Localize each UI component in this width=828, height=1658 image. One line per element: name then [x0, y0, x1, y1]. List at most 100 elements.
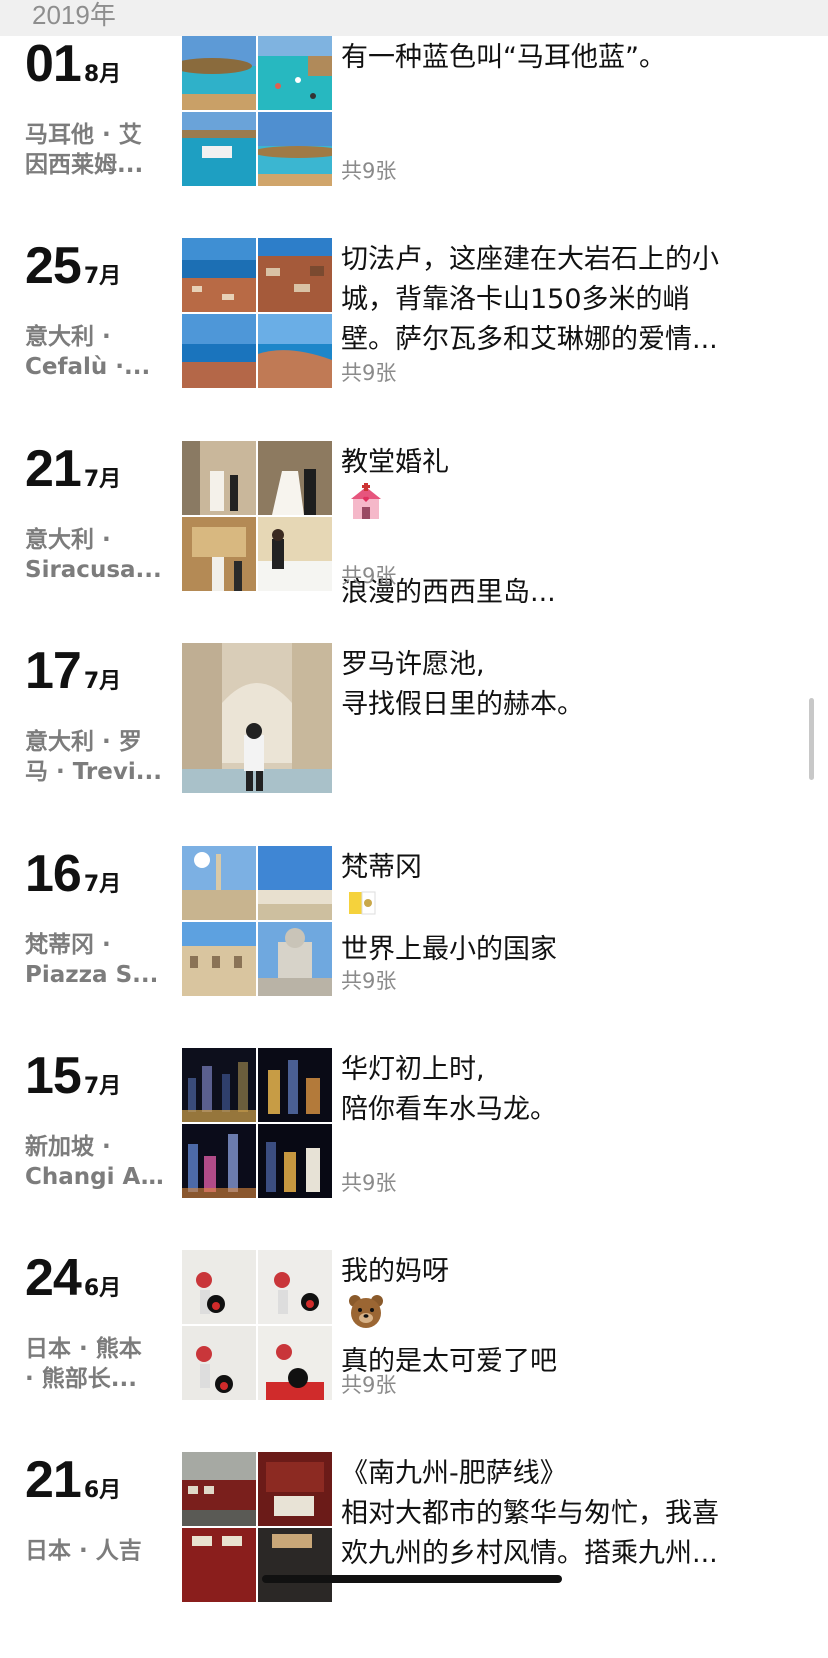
- post-location: 意大利 · 罗 马 · Trevi...: [25, 727, 165, 787]
- location-line: 意大利 ·: [25, 324, 111, 350]
- year-header: 2019年: [0, 0, 828, 36]
- year-label: 2019年: [32, 0, 116, 30]
- photo-thumbnail[interactable]: [258, 1452, 332, 1526]
- caption-text: 我的妈呀: [341, 1256, 449, 1287]
- photo-thumbnail[interactable]: [258, 314, 332, 388]
- photo-thumbnail[interactable]: [258, 1528, 332, 1602]
- caption-text: 梵蒂冈: [341, 852, 422, 883]
- post-date: 01 8月: [25, 36, 121, 96]
- photo-grid[interactable]: [182, 238, 332, 388]
- caption-line: 教堂婚礼: [341, 443, 801, 533]
- photo-thumbnail[interactable]: [182, 1124, 256, 1198]
- photo-thumbnail[interactable]: [182, 1452, 256, 1526]
- post-entry[interactable]: 15 7月 新加坡 · Changi A... 华灯初上时, 陪你看车水马龙。 共…: [0, 1048, 828, 1254]
- vatican-flag-icon: [347, 888, 801, 930]
- post-location: 新加坡 · Changi A...: [25, 1132, 165, 1192]
- caption-line: 寻找假日里的赫本。: [341, 689, 584, 720]
- photo-thumbnail[interactable]: [182, 1048, 256, 1122]
- caption-line: 切法卢，这座建在大岩石上的小: [341, 244, 719, 275]
- photo-thumbnail[interactable]: [182, 517, 256, 591]
- post-date: 17 7月: [25, 643, 121, 703]
- home-indicator[interactable]: [262, 1575, 562, 1583]
- post-day: 21: [25, 1451, 82, 1509]
- photo-thumbnail[interactable]: [258, 36, 332, 110]
- post-date: 21 6月: [25, 1452, 121, 1512]
- location-line: Cefalù ·...: [25, 354, 151, 380]
- location-line: 日本 · 人吉: [25, 1538, 142, 1564]
- caption-line: 我的妈呀: [341, 1252, 801, 1342]
- photo-thumbnail[interactable]: [258, 238, 332, 312]
- photo-thumbnail[interactable]: [258, 1124, 332, 1198]
- post-day: 24: [25, 1249, 82, 1307]
- photo-grid[interactable]: [182, 36, 332, 186]
- photo-count: 共9张: [341, 969, 397, 993]
- post-location: 梵蒂冈 · Piazza S...: [25, 930, 165, 990]
- post-entry[interactable]: 21 7月 意大利 · Siracusa... 教堂婚礼 浪漫的西西里岛... 共…: [0, 441, 828, 647]
- location-line: 日本 · 熊本: [25, 1336, 142, 1362]
- post-day: 16: [25, 845, 82, 903]
- post-date: 25 7月: [25, 238, 121, 298]
- photo-thumbnail[interactable]: [182, 441, 256, 515]
- photo-thumbnail[interactable]: [258, 922, 332, 996]
- post-month: 6月: [83, 1478, 122, 1503]
- post-day: 25: [25, 237, 82, 295]
- photo-thumbnail[interactable]: [258, 1250, 332, 1324]
- post-entry[interactable]: 25 7月 意大利 · Cefalù ·... 切法卢，这座建在大岩石上的小 城，…: [0, 238, 828, 444]
- photo-thumbnail[interactable]: [258, 112, 332, 186]
- photo-thumbnail[interactable]: [258, 517, 332, 591]
- photo-thumbnail[interactable]: [182, 36, 256, 110]
- photo-thumbnail[interactable]: [258, 441, 332, 515]
- post-entry[interactable]: 24 6月 日本 · 熊本 · 熊部长... 我的妈呀 真的是太可爱了吧 共9张: [0, 1250, 828, 1456]
- caption-line: 真的是太可爱了吧: [341, 1346, 557, 1377]
- location-line: 意大利 ·: [25, 527, 111, 553]
- caption-text: 教堂婚礼: [341, 447, 449, 478]
- photo-thumbnail[interactable]: [182, 922, 256, 996]
- location-line: 新加坡 ·: [25, 1134, 111, 1160]
- post-month: 7月: [83, 1074, 122, 1099]
- photo-grid[interactable]: [182, 1250, 332, 1400]
- photo-count: 共9张: [341, 564, 397, 588]
- photo-thumbnail[interactable]: [182, 1250, 256, 1324]
- post-location: 日本 · 人吉: [25, 1536, 165, 1566]
- post-caption: 罗马许愿池, 寻找假日里的赫本。: [341, 645, 801, 725]
- photo-thumbnail[interactable]: [258, 1048, 332, 1122]
- photo-thumbnail[interactable]: [182, 112, 256, 186]
- caption-line: 相对大都市的繁华与匆忙，我喜: [341, 1498, 719, 1529]
- caption-line: 欢九州的乡村风情。搭乘九州...: [341, 1538, 718, 1569]
- post-date: 24 6月: [25, 1250, 121, 1310]
- post-day: 01: [25, 35, 82, 93]
- location-line: 意大利 · 罗: [25, 729, 142, 755]
- caption-line: [341, 533, 801, 573]
- scrollbar[interactable]: [809, 698, 814, 780]
- location-line: 马耳他 · 艾: [25, 122, 142, 148]
- photo-grid[interactable]: [182, 1048, 332, 1198]
- caption-line: 华灯初上时,: [341, 1054, 485, 1085]
- photo-thumbnail[interactable]: [182, 238, 256, 312]
- photo-grid[interactable]: [182, 846, 332, 996]
- post-entry[interactable]: 16 7月 梵蒂冈 · Piazza S... 梵蒂冈 世界上最小的国家 共9张: [0, 846, 828, 1052]
- bear-face-icon: [347, 1292, 801, 1342]
- post-entry[interactable]: 17 7月 意大利 · 罗 马 · Trevi... 罗马许愿池, 寻找假日里的赫…: [0, 643, 828, 849]
- photo-grid[interactable]: [182, 441, 332, 591]
- post-caption: 华灯初上时, 陪你看车水马龙。: [341, 1050, 801, 1130]
- caption-line: 罗马许愿池,: [341, 649, 485, 680]
- wedding-chapel-icon: [347, 483, 801, 533]
- post-location: 意大利 · Cefalù ·...: [25, 322, 165, 382]
- post-date: 15 7月: [25, 1048, 121, 1108]
- post-day: 17: [25, 642, 82, 700]
- post-caption: 我的妈呀 真的是太可爱了吧: [341, 1252, 801, 1382]
- photo-thumbnail[interactable]: [182, 846, 256, 920]
- photo-thumbnail[interactable]: [258, 846, 332, 920]
- photo-thumbnail[interactable]: [182, 1326, 256, 1400]
- caption-line: 壁。萨尔瓦多和艾琳娜的爱情...: [341, 324, 718, 355]
- photo-thumbnail[interactable]: [182, 1528, 256, 1602]
- photo-thumbnail[interactable]: [182, 643, 332, 793]
- post-entry[interactable]: 01 8月 马耳他 · 艾 因西莱姆... 有一种蓝色叫“马耳他蓝”。 共9张: [0, 36, 828, 242]
- photo-grid[interactable]: [182, 643, 332, 793]
- caption-line: 城，背靠洛卡山150多米的峭: [341, 284, 690, 315]
- photo-thumbnail[interactable]: [182, 314, 256, 388]
- location-line: Siracusa...: [25, 557, 162, 583]
- photo-thumbnail[interactable]: [258, 1326, 332, 1400]
- caption-line: 浪漫的西西里岛...: [341, 577, 556, 608]
- post-entry[interactable]: 21 6月 日本 · 人吉 《南九州-肥萨线》 相对大都市的繁华与匆忙，我喜 欢九…: [0, 1452, 828, 1658]
